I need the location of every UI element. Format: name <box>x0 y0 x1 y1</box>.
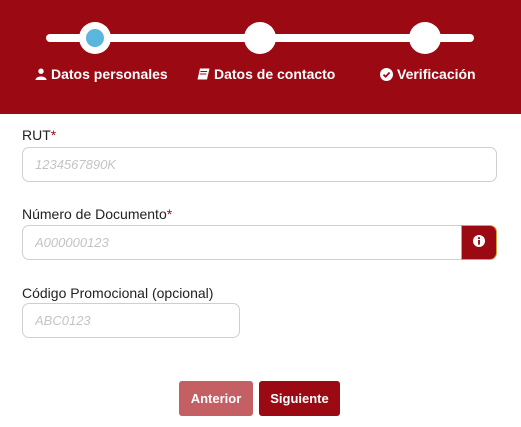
step-verificacion[interactable]: Verificación <box>380 66 476 82</box>
codigo-input[interactable] <box>22 303 240 338</box>
step-contacto[interactable]: Datos de contacto <box>197 66 335 82</box>
documento-input[interactable] <box>22 225 462 260</box>
documento-info-button[interactable] <box>461 225 497 260</box>
required-mark: * <box>166 206 173 222</box>
step-verificacion-label: Verificación <box>397 66 476 82</box>
documento-label-text: Número de Documento <box>22 206 167 222</box>
rut-input[interactable] <box>22 147 497 182</box>
step-dot-verificacion[interactable] <box>409 22 441 54</box>
stepper-header: Datos personales Datos de contacto Verif… <box>0 0 521 114</box>
required-mark: * <box>50 127 57 143</box>
rut-label: RUT* <box>22 127 56 143</box>
documento-label: Número de Documento* <box>22 206 172 222</box>
next-button[interactable]: Siguiente <box>259 381 340 416</box>
info-icon <box>473 234 485 252</box>
step-dot-contacto[interactable] <box>244 22 276 54</box>
codigo-label: Código Promocional (opcional) <box>22 285 213 301</box>
user-icon <box>35 68 47 80</box>
step-dot-personal[interactable] <box>79 22 111 54</box>
codigo-label-text: Código Promocional (opcional) <box>22 285 214 301</box>
previous-button[interactable]: Anterior <box>179 381 253 416</box>
step-personal-label: Datos personales <box>51 66 168 82</box>
check-circle-icon <box>380 67 393 81</box>
step-personal[interactable]: Datos personales <box>35 66 168 82</box>
book-icon <box>197 68 210 80</box>
step-contacto-label: Datos de contacto <box>214 66 336 82</box>
rut-label-text: RUT <box>22 127 51 143</box>
